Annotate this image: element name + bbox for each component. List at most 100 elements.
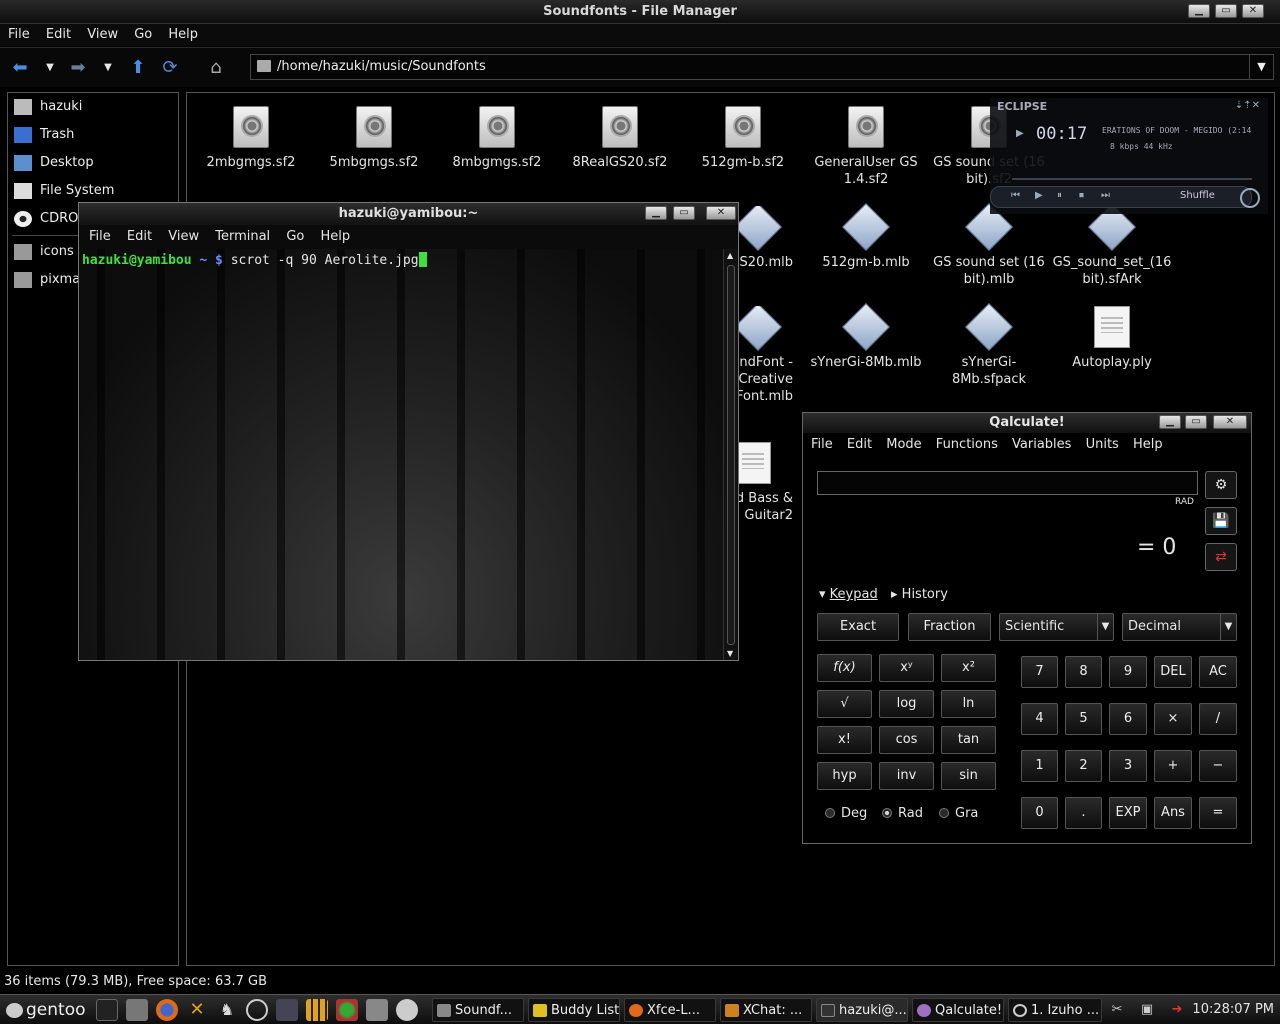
menu-mode[interactable]: Mode	[886, 437, 921, 452]
menu-go[interactable]: Go	[134, 27, 152, 42]
scroll-up-icon[interactable]: ▲	[727, 251, 733, 260]
number-key[interactable]: 0	[1021, 797, 1058, 829]
number-key[interactable]: 1	[1021, 750, 1058, 782]
minimize-button[interactable]: ▁	[645, 206, 667, 220]
gra-radio[interactable]: Gra	[939, 806, 978, 821]
stop-icon[interactable]: ⏹	[1079, 190, 1084, 201]
task-xchat[interactable]: XChat: ...	[720, 998, 812, 1022]
maximize-button[interactable]: ▭	[673, 206, 695, 220]
sidebar-item-home[interactable]: hazuki	[8, 93, 178, 121]
settings-icon[interactable]: ⚙	[1205, 471, 1237, 499]
task-qalculate[interactable]: Qalculate!	[912, 998, 1004, 1022]
next-icon[interactable]: ⏭	[1101, 190, 1110, 201]
close-button[interactable]: ✕	[706, 206, 736, 220]
expression-input[interactable]	[817, 471, 1198, 495]
file-manager-launcher-icon[interactable]	[126, 999, 148, 1021]
media-launcher-icon[interactable]	[396, 999, 418, 1021]
scrollbar-thumb[interactable]	[727, 265, 735, 645]
play-button-icon[interactable]: ▶	[1035, 190, 1043, 201]
firefox-launcher-icon[interactable]	[156, 999, 178, 1021]
menu-file[interactable]: File	[8, 27, 30, 42]
reload-icon[interactable]: ⟳	[158, 56, 182, 80]
menu-go[interactable]: Go	[286, 229, 304, 244]
file-item[interactable]: 512gm-b.mlb	[806, 202, 926, 271]
menu-edit[interactable]: Edit	[127, 229, 152, 244]
deg-radio[interactable]: Deg	[825, 806, 867, 821]
menu-help[interactable]: Help	[1133, 437, 1163, 452]
delete-key[interactable]: DEL	[1154, 656, 1192, 688]
number-key[interactable]: 5	[1065, 703, 1102, 735]
up-icon[interactable]: ⬆	[126, 56, 150, 80]
scroll-down-icon[interactable]: ▼	[727, 649, 733, 658]
menu-file[interactable]: File	[811, 437, 833, 452]
number-key[interactable]: 9	[1109, 656, 1147, 688]
file-item[interactable]: 8RealGS20.sf2	[560, 106, 680, 171]
grid-launcher-icon[interactable]	[306, 999, 328, 1021]
function-key[interactable]: sin	[941, 762, 996, 790]
decimal-key[interactable]: .	[1065, 797, 1102, 829]
player-eye-icon[interactable]	[1240, 188, 1260, 208]
sidebar-item-trash[interactable]: Trash	[8, 121, 178, 149]
forward-icon[interactable]: ➡	[66, 56, 90, 80]
file-item[interactable]: 5mbgmgs.sf2	[314, 106, 434, 171]
monitor-icon[interactable]: ▣	[1136, 999, 1158, 1021]
menu-help[interactable]: Help	[168, 27, 198, 42]
tools-icon[interactable]: ✂	[1106, 999, 1128, 1021]
start-menu-button[interactable]: gentoo	[6, 998, 86, 1022]
minus-key[interactable]: −	[1199, 750, 1237, 782]
terminal-output[interactable]: hazuki@yamibou ~ $ scrot -q 90 Aerolite.…	[79, 249, 724, 660]
close-button[interactable]: ✕	[1242, 4, 1264, 18]
plus-key[interactable]: +	[1154, 750, 1192, 782]
function-key[interactable]: x!	[817, 726, 872, 754]
image-launcher-icon[interactable]	[336, 999, 358, 1021]
number-key[interactable]: 3	[1109, 750, 1147, 782]
equals-key[interactable]: =	[1199, 797, 1237, 829]
file-item[interactable]: sYnerGi-8Mb.sfpack	[929, 302, 1049, 388]
function-key[interactable]: f(x)	[817, 654, 872, 682]
file-item[interactable]: 512gm-b.sf2	[683, 106, 803, 171]
function-key[interactable]: x²	[941, 654, 996, 682]
forward-history-icon[interactable]: ▼	[96, 56, 120, 80]
fraction-button[interactable]: Fraction	[908, 613, 991, 641]
menu-variables[interactable]: Variables	[1012, 437, 1071, 452]
task-music-player[interactable]: 1. Izuho ...	[1008, 998, 1102, 1022]
file-item[interactable]: GS_sound_set_(16 bit).sfArk	[1052, 202, 1172, 288]
function-key[interactable]: xʸ	[879, 654, 934, 682]
calculator-launcher-icon[interactable]	[366, 999, 388, 1021]
minimize-button[interactable]: ▁	[1188, 4, 1210, 18]
shuffle-button[interactable]: Shuffle	[1180, 190, 1215, 201]
number-key[interactable]: 6	[1109, 703, 1147, 735]
clear-key[interactable]: AC	[1199, 656, 1237, 688]
pidgin-launcher-icon[interactable]: ♞	[216, 999, 238, 1021]
keypad-toggle[interactable]: ▾ Keypad	[819, 587, 878, 602]
file-item[interactable]: 8mbgmgs.sf2	[437, 106, 557, 171]
base-select[interactable]: Decimal ▼	[1122, 613, 1237, 641]
sidebar-item-filesystem[interactable]: File System	[8, 177, 178, 205]
file-item[interactable]: 2mbgmgs.sf2	[191, 106, 311, 171]
number-key[interactable]: 2	[1065, 750, 1102, 782]
file-item[interactable]: GeneralUser GS 1.4.sf2	[806, 106, 926, 188]
pause-icon[interactable]: ⏸	[1057, 190, 1062, 201]
ans-key[interactable]: Ans	[1154, 797, 1192, 829]
function-key[interactable]: tan	[941, 726, 996, 754]
file-item[interactable]: GS sound set (16 bit).mlb	[929, 202, 1049, 288]
location-bar[interactable]: /home/hazuki/music/Soundfonts ▼	[250, 54, 1274, 80]
function-key[interactable]: hyp	[817, 762, 872, 790]
menu-view[interactable]: View	[87, 27, 118, 42]
back-icon[interactable]: ⬅	[8, 56, 32, 80]
minimize-button[interactable]: ▁	[1159, 415, 1181, 429]
seek-bar[interactable]	[1012, 178, 1252, 180]
menu-view[interactable]: View	[168, 229, 199, 244]
menu-functions[interactable]: Functions	[936, 437, 998, 452]
rad-radio[interactable]: Rad	[882, 806, 923, 821]
player-launcher-icon[interactable]	[246, 999, 268, 1021]
exp-key[interactable]: EXP	[1109, 797, 1147, 829]
menu-edit[interactable]: Edit	[46, 27, 71, 42]
number-key[interactable]: 8	[1065, 656, 1102, 688]
divide-key[interactable]: /	[1199, 703, 1237, 735]
function-key[interactable]: inv	[879, 762, 934, 790]
logout-icon[interactable]: ➜	[1166, 999, 1188, 1021]
function-key[interactable]: √	[817, 690, 872, 718]
task-file-manager[interactable]: Soundf...	[432, 998, 524, 1022]
function-key[interactable]: log	[879, 690, 934, 718]
